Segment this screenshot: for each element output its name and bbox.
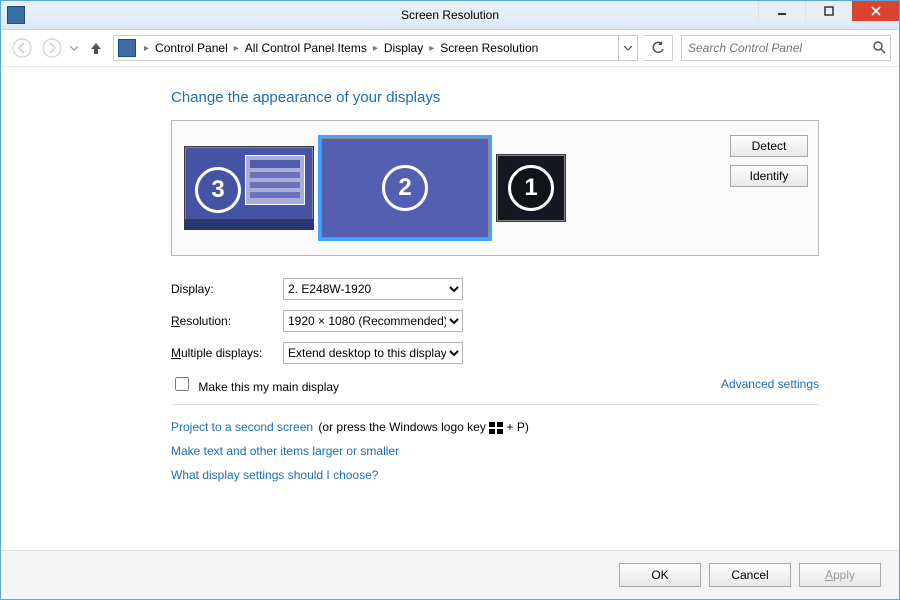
taskbar-preview — [245, 155, 305, 205]
identify-button[interactable]: Identify — [730, 165, 808, 187]
which-settings-link[interactable]: What display settings should I choose? — [171, 468, 378, 482]
refresh-button[interactable] — [644, 35, 673, 61]
multiple-displays-select[interactable]: Extend desktop to this display — [283, 342, 463, 364]
forward-button[interactable] — [39, 35, 65, 61]
search-box[interactable] — [681, 35, 891, 61]
make-text-larger-link[interactable]: Make text and other items larger or smal… — [171, 444, 399, 458]
ok-button[interactable]: OK — [619, 563, 701, 587]
detect-button[interactable]: Detect — [730, 135, 808, 157]
apply-button[interactable]: Apply — [799, 563, 881, 587]
breadcrumb-item[interactable]: All Control Panel Items — [241, 41, 371, 55]
search-input[interactable] — [686, 40, 868, 56]
monitor-number: 1 — [508, 165, 554, 211]
display-select[interactable]: 2. E248W-1920 — [283, 278, 463, 300]
up-button[interactable] — [85, 37, 107, 59]
maximize-button[interactable] — [805, 1, 852, 21]
resolution-label: Resolution: — [171, 314, 283, 328]
multiple-displays-label: Multiple displays: — [171, 346, 283, 360]
display-label: Display: — [171, 282, 283, 296]
window-buttons — [758, 1, 899, 21]
monitor-3[interactable]: 3 — [184, 146, 314, 230]
forward-icon — [42, 38, 62, 58]
cancel-button[interactable]: Cancel — [709, 563, 791, 587]
window: Screen Resolution ▸ — [0, 0, 900, 600]
close-button[interactable] — [852, 1, 899, 21]
page-title: Change the appearance of your displays — [171, 89, 819, 106]
address-bar[interactable]: ▸ Control Panel ▸ All Control Panel Item… — [113, 35, 638, 61]
navbar: ▸ Control Panel ▸ All Control Panel Item… — [1, 30, 899, 67]
monitor-number: 3 — [195, 167, 241, 213]
minimize-icon — [777, 6, 787, 16]
address-dropdown[interactable] — [618, 36, 637, 60]
chevron-down-icon — [70, 46, 78, 51]
display-arrangement[interactable]: 3 2 1 Detect Identify — [171, 120, 819, 256]
breadcrumb-item[interactable]: Display — [380, 41, 427, 55]
titlebar: Screen Resolution — [1, 1, 899, 30]
back-button[interactable] — [9, 35, 35, 61]
main-display-label: Make this my main display — [198, 380, 339, 394]
monitors: 3 2 1 — [184, 135, 566, 241]
breadcrumb-sep: ▸ — [142, 43, 151, 54]
refresh-icon — [651, 41, 665, 55]
monitor-1[interactable]: 1 — [496, 154, 566, 222]
windows-logo-icon — [489, 422, 503, 434]
maximize-icon — [824, 6, 834, 16]
resolution-select[interactable]: 1920 × 1080 (Recommended) — [283, 310, 463, 332]
breadcrumb-sep: ▸ — [371, 43, 380, 54]
control-panel-icon — [118, 39, 136, 57]
footer: OK Cancel Apply — [1, 550, 899, 599]
chevron-down-icon — [624, 46, 632, 51]
breadcrumb-sep: ▸ — [427, 43, 436, 54]
project-line: Project to a second screen (or press the… — [171, 415, 819, 439]
monitor-number: 2 — [382, 165, 428, 211]
content: Change the appearance of your displays 3… — [1, 67, 899, 487]
breadcrumb-item[interactable]: Screen Resolution — [436, 41, 542, 55]
breadcrumb-item[interactable]: Control Panel — [151, 41, 232, 55]
search-icon — [872, 40, 886, 57]
breadcrumb-sep: ▸ — [232, 43, 241, 54]
main-display-checkbox[interactable] — [175, 377, 189, 391]
minimize-button[interactable] — [758, 1, 805, 21]
back-icon — [12, 38, 32, 58]
up-arrow-icon — [89, 41, 103, 55]
advanced-settings-link[interactable]: Advanced settings — [721, 377, 819, 391]
project-second-screen-link[interactable]: Project to a second screen — [171, 420, 313, 434]
history-dropdown[interactable] — [69, 35, 79, 61]
monitor-2-selected[interactable]: 2 — [318, 135, 492, 241]
close-icon — [871, 6, 881, 16]
